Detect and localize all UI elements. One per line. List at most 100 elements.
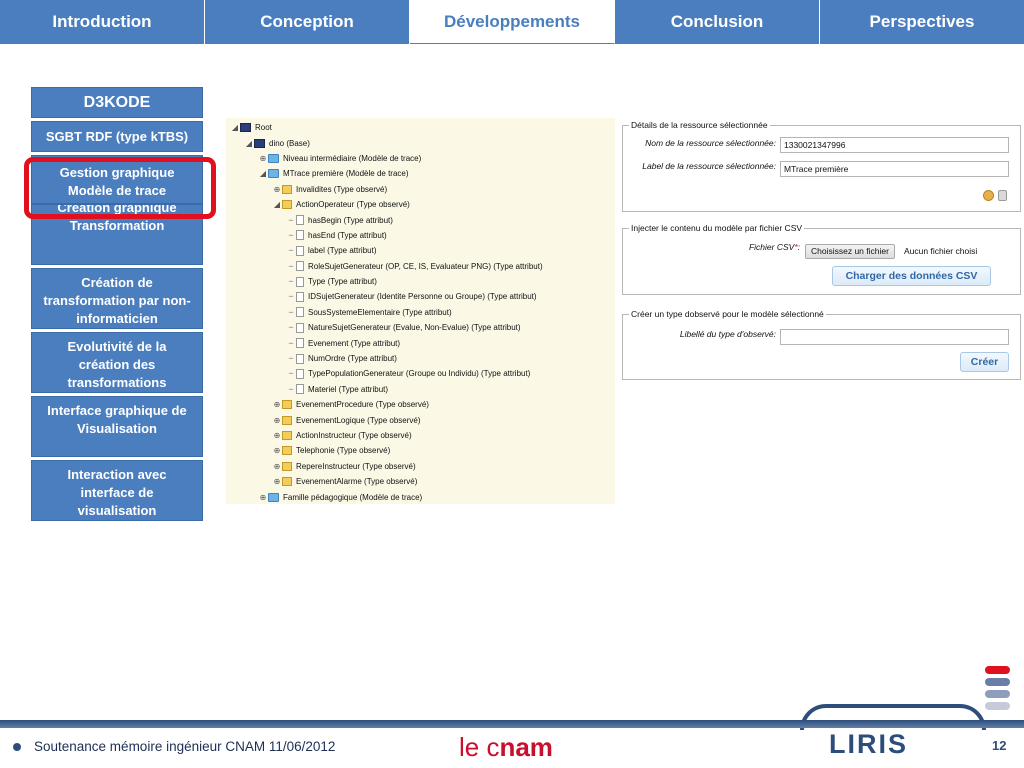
tree-toggle-icon[interactable]: ⊕ — [258, 154, 268, 163]
tree-toggle-icon[interactable]: ⊕ — [272, 431, 282, 440]
tree-node-label: Evenement (Type attribut) — [308, 338, 401, 348]
folder-yellow-icon — [282, 415, 292, 425]
top-navigation: Introduction Conception Développements C… — [0, 0, 1024, 44]
tree-toggle-icon[interactable]: ┈ — [286, 231, 296, 240]
tree-node[interactable]: ⊕ Famille pédagogique (Modèle de trace) — [226, 489, 615, 504]
no-file-text: Aucun fichier choisi — [904, 246, 978, 256]
tree-toggle-icon[interactable]: ⊕ — [272, 400, 282, 409]
resource-label-input[interactable]: MTrace première — [780, 161, 1009, 177]
tree-node[interactable]: ⊕ ActionInstructeur (Type observé) — [226, 428, 615, 443]
observed-type-label: Libellé du type d'observé: — [679, 329, 776, 339]
folder-blue-icon — [268, 153, 279, 163]
tree-node-label: label (Type attribut) — [308, 246, 377, 256]
tree-node-label: NumOrdre (Type attribut) — [308, 354, 397, 364]
tree-toggle-icon[interactable]: ⊕ — [272, 185, 282, 194]
tree-node[interactable]: ┈ RoleSujetGenerateur (OP, CE, IS, Evalua… — [226, 259, 615, 274]
tree-node-label: Materiel (Type attribut) — [308, 384, 389, 394]
tree-node[interactable]: ┈ NumOrdre (Type attribut) — [226, 351, 615, 366]
tree-node[interactable]: ┈ hasBegin (Type attribut) — [226, 212, 615, 227]
tree-toggle-icon[interactable]: ⊕ — [272, 477, 282, 486]
tree-node[interactable]: ┈ Evenement (Type attribut) — [226, 335, 615, 350]
sidebar-item-creation-graphique[interactable]: Création graphique Transformation — [31, 204, 203, 265]
tree-node[interactable]: ⊕ RepereInstructeur (Type observé) — [226, 459, 615, 474]
tree-node[interactable]: ⊕ Niveau intermédiaire (Modèle de trace) — [226, 151, 615, 166]
tree-toggle-icon[interactable]: ┈ — [286, 246, 296, 255]
tree-toggle-icon[interactable]: ◢ — [258, 169, 268, 178]
tree-node[interactable]: ┈ label (Type attribut) — [226, 243, 615, 258]
tab-introduction[interactable]: Introduction — [0, 0, 205, 44]
tree-node[interactable]: ⊕ Invalidites (Type observé) — [226, 182, 615, 197]
tree-toggle-icon[interactable]: ⊕ — [272, 446, 282, 455]
footer-text: Soutenance mémoire ingénieur CNAM 11/06/… — [34, 739, 336, 754]
tree-node[interactable]: ┈ IDSujetGenerateur (Identite Personne ou… — [226, 289, 615, 304]
trash-icon[interactable] — [998, 190, 1007, 201]
edit-icon[interactable] — [983, 190, 994, 201]
tree-node[interactable]: ┈ NatureSujetGenerateur (Evalue, Non-Eval… — [226, 320, 615, 335]
sidebar-item-creation-non-informaticien[interactable]: Création de transformation par non-infor… — [31, 268, 203, 329]
sidebar-item-gestion-graphique[interactable]: Gestion graphique Modèle de trace — [31, 155, 203, 204]
tree-toggle-icon[interactable]: ┈ — [286, 277, 296, 286]
resource-name-input[interactable]: 1330021347996 — [780, 137, 1009, 153]
observed-type-input[interactable] — [780, 329, 1009, 345]
decorative-bar — [985, 690, 1010, 698]
tree-toggle-icon[interactable]: ┈ — [286, 308, 296, 317]
tab-perspectives[interactable]: Perspectives — [820, 0, 1024, 44]
sidebar-item-sgbt-rdf[interactable]: SGBT RDF (type kTBS) — [31, 121, 203, 152]
tree-toggle-icon[interactable]: ◢ — [244, 139, 254, 148]
tree-node[interactable]: ┈ Materiel (Type attribut) — [226, 382, 615, 397]
tree-toggle-icon[interactable]: ┈ — [286, 323, 296, 332]
tree-node[interactable]: ⊕ EvenementLogique (Type observé) — [226, 412, 615, 427]
footer-band — [0, 720, 1024, 728]
tree-toggle-icon[interactable]: ◢ — [272, 200, 282, 209]
sidebar-item-creation-graphique-label: Création graphique Transformation — [57, 204, 177, 233]
tree-node-label: EvenementProcedure (Type observé) — [296, 400, 429, 410]
tab-conclusion[interactable]: Conclusion — [615, 0, 820, 44]
tree-node[interactable]: ◢ dino (Base) — [226, 135, 615, 150]
tree-node-label: hasEnd (Type attribut) — [308, 230, 387, 240]
tree-node-label: Niveau intermédiaire (Modèle de trace) — [283, 153, 422, 163]
tab-conception[interactable]: Conception — [205, 0, 410, 44]
tree-toggle-icon[interactable]: ⊕ — [272, 416, 282, 425]
tree-node-label: EvenementAlarme (Type observé) — [296, 477, 418, 487]
resource-name-label: Nom de la ressource sélectionnée: — [645, 138, 776, 148]
document-icon — [296, 338, 304, 349]
tree-toggle-icon[interactable]: ⊕ — [258, 493, 268, 502]
tree-toggle-icon[interactable]: ┈ — [286, 262, 296, 271]
choose-file-button[interactable]: Choisissez un fichier — [805, 244, 895, 259]
folder-yellow-icon — [282, 400, 292, 410]
tree-node[interactable]: ┈ hasEnd (Type attribut) — [226, 228, 615, 243]
folder-yellow-icon — [282, 431, 292, 440]
tree-toggle-icon[interactable]: ┈ — [286, 369, 296, 378]
decorative-bar — [985, 666, 1010, 674]
section-sidebar: D3KODE SGBT RDF (type kTBS) Gestion grap… — [31, 87, 203, 524]
tree-node-label: Type (Type attribut) — [308, 277, 377, 287]
tree-node[interactable]: ┈ Type (Type attribut) — [226, 274, 615, 289]
tree-node[interactable]: ◢ Root — [226, 120, 615, 135]
tree-node[interactable]: ⊕ EvenementAlarme (Type observé) — [226, 474, 615, 489]
sidebar-item-interaction[interactable]: Interaction avec interface de visualisat… — [31, 460, 203, 521]
tree-node[interactable]: ⊕ Telephonie (Type observé) — [226, 443, 615, 458]
tree-toggle-icon[interactable]: ┈ — [286, 292, 296, 301]
tree-toggle-icon[interactable]: ◢ — [230, 123, 240, 132]
cnam-logo-suffix: nam — [499, 732, 553, 762]
create-legend: Créer un type dobservé pour le modèle sé… — [631, 309, 824, 319]
tree-toggle-icon[interactable]: ┈ — [286, 385, 296, 394]
tree-node[interactable]: ┈ SousSystemeElementaire (Type attribut) — [226, 305, 615, 320]
tree-node[interactable]: ◢ ActionOperateur (Type observé) — [226, 197, 615, 212]
load-csv-button[interactable]: Charger des données CSV — [832, 266, 991, 286]
create-button[interactable]: Créer — [960, 352, 1009, 372]
tree-node[interactable]: ⊕ EvenementProcedure (Type observé) — [226, 397, 615, 412]
sidebar-title: D3KODE — [31, 87, 203, 118]
tree-toggle-icon[interactable]: ┈ — [286, 354, 296, 363]
folder-yellow-icon — [282, 461, 292, 471]
resource-label-label: Label de la ressource sélectionnée: — [642, 161, 776, 171]
tree-toggle-icon[interactable]: ┈ — [286, 339, 296, 348]
tree-node[interactable]: ◢ MTrace première (Modèle de trace) — [226, 166, 615, 181]
tab-developpements[interactable]: Développements — [410, 0, 615, 44]
sidebar-item-evolutivite[interactable]: Evolutivité de la création des transform… — [31, 332, 203, 393]
sidebar-item-interface-visualisation[interactable]: Interface graphique de Visualisation — [31, 396, 203, 457]
tree-node[interactable]: ┈ TypePopulationGenerateur (Groupe ou Ind… — [226, 366, 615, 381]
document-icon — [296, 261, 304, 272]
tree-toggle-icon[interactable]: ┈ — [286, 216, 296, 225]
tree-toggle-icon[interactable]: ⊕ — [272, 462, 282, 471]
